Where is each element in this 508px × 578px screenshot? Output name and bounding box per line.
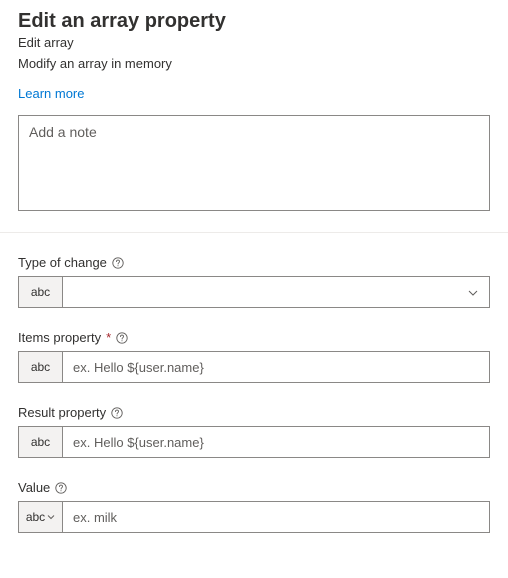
help-icon[interactable] [111,407,123,419]
prefix-abc-text: abc [31,435,50,449]
note-input[interactable] [18,115,490,211]
type-prefix-abc: abc [19,427,63,457]
help-icon[interactable] [116,332,128,344]
items-property-input[interactable] [63,352,489,382]
section-divider [0,232,508,233]
items-property-label: Items property [18,330,101,345]
prefix-abc-text: abc [31,360,50,374]
value-input[interactable] [63,502,489,532]
type-of-change-input[interactable] [63,277,489,307]
type-of-change-label: Type of change [18,255,107,270]
type-of-change-select[interactable]: abc [18,276,490,308]
required-indicator: * [106,330,111,345]
prefix-abc-text: abc [26,510,45,524]
type-prefix-abc-dropdown[interactable]: abc [19,502,63,532]
page-description: Modify an array in memory [18,56,490,71]
chevron-down-icon [47,513,55,521]
value-label: Value [18,480,50,495]
result-property-input[interactable] [63,427,489,457]
prefix-abc-text: abc [31,285,50,299]
page-subtitle: Edit array [18,35,490,50]
help-icon[interactable] [112,257,124,269]
type-prefix-abc: abc [19,352,63,382]
page-title: Edit an array property [18,10,490,33]
result-property-label: Result property [18,405,106,420]
type-prefix-abc: abc [19,277,63,307]
learn-more-link[interactable]: Learn more [18,86,84,101]
help-icon[interactable] [55,482,67,494]
